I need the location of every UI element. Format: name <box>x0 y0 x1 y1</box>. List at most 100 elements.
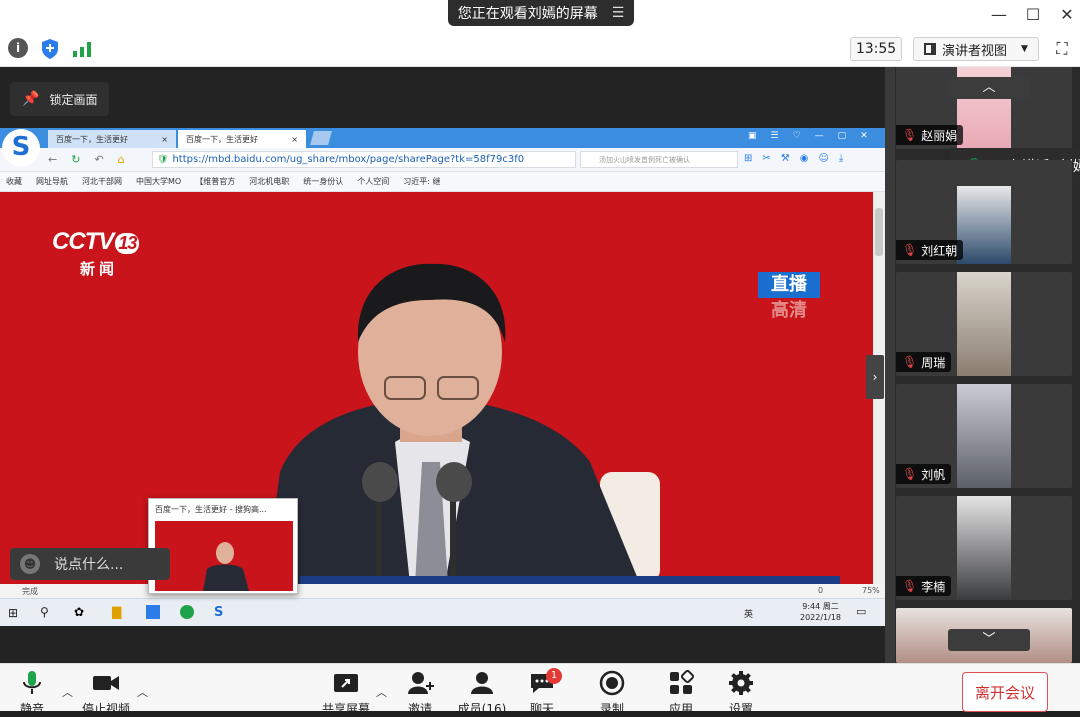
browser-address-bar: ← ↻ ↶ ⌂ 🛡 https://mbd.baidu.com/ug_share/mb… <box>0 148 885 172</box>
browser-search-field[interactable]: 汤加火山喷发首例死亡被确认 <box>580 151 738 168</box>
emoji-icon[interactable]: ☻ <box>20 554 40 574</box>
menu-icon[interactable]: ☰ <box>612 5 625 21</box>
share-screen-button[interactable]: 共享屏幕 <box>316 670 376 717</box>
bookmark-item[interactable]: 个人空间 <box>357 176 389 187</box>
bookmark-item[interactable]: 河北干部网 <box>82 176 122 187</box>
panel-divider[interactable] <box>885 67 895 663</box>
browser-tab-label: 百度一下，生活更好 <box>186 134 258 144</box>
share-screen-icon <box>334 674 358 692</box>
windows-start-icon[interactable]: ⊞ <box>8 606 18 620</box>
app-icon[interactable]: ✿ <box>74 605 84 619</box>
bookmark-item[interactable]: 收藏 <box>6 176 22 187</box>
video-camera-icon <box>93 676 119 690</box>
pin-icon: 📌 <box>22 91 40 107</box>
url-field[interactable]: 🛡 https://mbd.baidu.com/ug_share/mbox/pa… <box>152 151 576 168</box>
participant-tile[interactable]: 🎙 刘红朝 <box>896 160 1072 264</box>
input-language[interactable]: 英 <box>744 607 753 620</box>
settings-button[interactable]: 设置 <box>711 670 771 717</box>
muted-mic-icon: 🎙 <box>902 355 918 369</box>
share-screen-label: 共享屏幕 <box>321 702 370 716</box>
bookmark-item[interactable]: 【维普官方 <box>195 176 235 187</box>
signal-strength-icon[interactable] <box>72 40 92 58</box>
bookmark-item[interactable]: 网址导航 <box>36 176 68 187</box>
stop-video-label: 停止视频 <box>81 702 130 716</box>
participant-video <box>957 272 1011 376</box>
status-count: 0 <box>818 586 824 595</box>
speaker-view-icon <box>924 43 936 55</box>
lock-view-button[interactable]: 📌 锁定画面 <box>10 82 109 116</box>
apps-button[interactable]: 应用 <box>651 670 711 717</box>
participant-name-tag: 🎙 刘红朝 <box>896 240 964 260</box>
new-tab-icon[interactable] <box>310 131 332 145</box>
view-mode-label: 演讲者视图 <box>942 43 1008 59</box>
app-icon[interactable] <box>146 605 160 619</box>
collapse-panel-chevron-icon[interactable]: › <box>866 355 884 399</box>
participant-name: 刘红朝 <box>921 243 958 258</box>
bookmark-item[interactable]: 统一身份认 <box>303 176 343 187</box>
mute-button[interactable]: 静音 <box>2 670 62 717</box>
close-icon[interactable]: ✕ <box>1056 4 1078 26</box>
participant-tile[interactable]: 🎙 周瑞 <box>896 272 1072 376</box>
participant-tile[interactable]: 🎙 李楠 <box>896 496 1072 600</box>
sogou-browser-logo: S <box>2 129 40 167</box>
browser-tab[interactable]: 百度一下，生活更好 × <box>48 130 176 148</box>
security-shield-icon[interactable] <box>40 38 60 60</box>
gear-icon <box>729 671 753 695</box>
video-options-chevron-icon[interactable]: ︿ <box>137 684 148 700</box>
settings-label: 设置 <box>728 702 753 716</box>
folder-icon[interactable]: ▇ <box>112 605 121 619</box>
chat-label: 聊天 <box>529 702 554 716</box>
thumbnail-title: 百度一下，生活更好 - 搜狗高... <box>155 505 267 514</box>
muted-mic-icon: 🎙 <box>902 579 918 593</box>
info-icon[interactable]: i <box>8 38 28 58</box>
notification-icon[interactable]: ▭ <box>856 605 866 618</box>
chat-placeholder: 说点什么... <box>54 557 124 573</box>
lock-icon: 🛡 <box>157 154 169 165</box>
chat-button[interactable]: 聊天 <box>512 670 572 717</box>
maximize-icon[interactable]: ☐ <box>1022 4 1044 26</box>
participant-video <box>957 186 1011 264</box>
bookmark-item[interactable]: 中国大学MO <box>136 176 181 187</box>
members-button[interactable]: 成员(16) <box>452 670 512 717</box>
sogou-browser-icon[interactable]: S <box>214 605 223 620</box>
stop-video-button[interactable]: 停止视频 <box>76 670 136 717</box>
chat-input-bubble[interactable]: ☻ 说点什么... <box>10 548 170 580</box>
participant-name-tag: 🎙 李楠 <box>896 576 952 596</box>
scroll-up-chevron-icon[interactable]: ︿ <box>948 77 1030 99</box>
taskbar-clock[interactable]: 9:44 周二 2022/1/18 <box>800 601 841 623</box>
chevron-down-icon: ▼ <box>1021 44 1028 54</box>
scroll-down-chevron-icon[interactable]: ﹀ <box>948 629 1030 651</box>
taskbar-preview-thumbnail[interactable]: 百度一下，生活更好 - 搜狗高... <box>148 498 298 594</box>
wechat-icon[interactable] <box>180 605 194 619</box>
browser-extension-icons[interactable]: ⊞ ✂ ⚒ ◉ ☺ ⤓ <box>744 153 843 164</box>
microphone-icon <box>23 671 41 694</box>
browser-window-controls[interactable]: ▣ ☰ ♡ — ▢ ✕ <box>748 131 878 145</box>
fullscreen-icon[interactable]: ⛶ <box>1052 39 1072 59</box>
audio-options-chevron-icon[interactable]: ︿ <box>62 684 73 700</box>
members-label: 成员(16) <box>457 702 507 716</box>
close-icon[interactable]: × <box>291 135 298 144</box>
close-icon[interactable]: × <box>161 135 168 144</box>
minimize-icon[interactable]: — <box>988 4 1010 26</box>
participant-name: 周瑞 <box>921 355 946 370</box>
participant-tile[interactable]: 🎙 刘帆 <box>896 384 1072 488</box>
muted-mic-icon: 🎙 <box>902 243 918 257</box>
view-mode-dropdown[interactable]: 演讲者视图 ▼ <box>913 37 1039 61</box>
bookmark-item[interactable]: 习近平: 继 <box>403 176 440 187</box>
record-label: 录制 <box>599 702 624 716</box>
bookmark-item[interactable]: 河北机电职 <box>249 176 289 187</box>
apps-label: 应用 <box>668 702 693 716</box>
invite-button[interactable]: 邀请 <box>390 670 450 717</box>
record-button[interactable]: 录制 <box>582 670 642 717</box>
record-icon <box>599 670 625 696</box>
browser-tab-active[interactable]: 百度一下，生活更好 × <box>178 130 306 148</box>
leave-meeting-button[interactable]: 离开会议 <box>962 672 1048 712</box>
participant-name: 李楠 <box>921 579 946 594</box>
nav-buttons[interactable]: ← ↻ ↶ ⌂ <box>48 153 125 166</box>
screen-share-banner[interactable]: 您正在观看刘嫣的屏幕 ☰ <box>448 0 634 26</box>
participant-video <box>957 384 1011 488</box>
news-video-frame: CCTV 13 新闻 直播 高清 <box>0 192 873 584</box>
search-icon[interactable]: ⚲ <box>40 605 49 619</box>
browser-status-bar: 完成 0 75% <box>0 584 885 598</box>
share-options-chevron-icon[interactable]: ︿ <box>376 684 387 700</box>
